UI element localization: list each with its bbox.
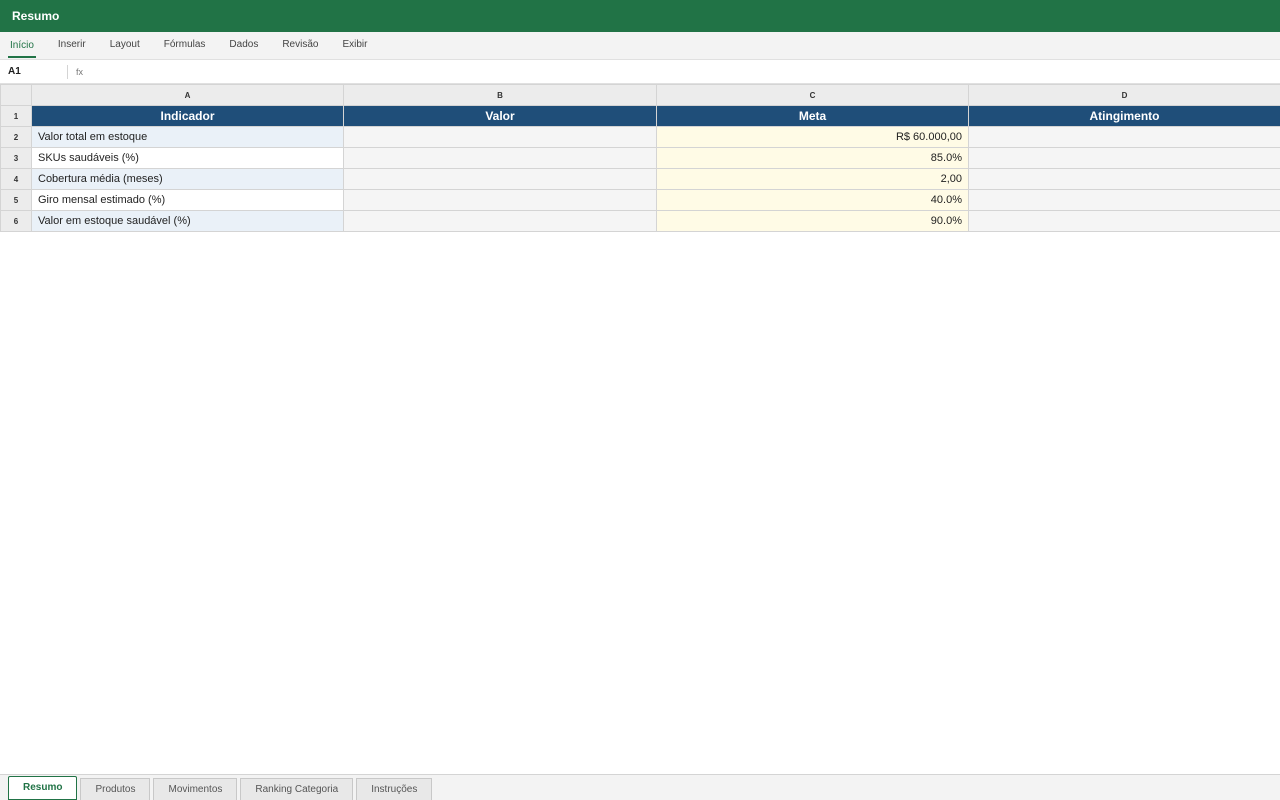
tab-dados[interactable]: Dados xyxy=(227,32,260,60)
row-header-4[interactable]: 4 xyxy=(0,168,32,190)
tab-formulas[interactable]: Fórmulas xyxy=(162,32,208,60)
cell-d5[interactable] xyxy=(968,189,1280,211)
cell-c5[interactable]: 40.0% xyxy=(656,189,969,211)
sheet-tab-movimentos[interactable]: Movimentos xyxy=(153,778,238,800)
sheet-tabs-bar: Resumo Produtos Movimentos Ranking Categ… xyxy=(0,774,1280,800)
row-header-3[interactable]: 3 xyxy=(0,147,32,169)
cell-b6[interactable] xyxy=(343,210,657,232)
cell-c3[interactable]: 85.0% xyxy=(656,147,969,169)
row-header-6[interactable]: 6 xyxy=(0,210,32,232)
sheet-tab-produtos[interactable]: Produtos xyxy=(80,778,151,800)
cell-c1[interactable]: Meta xyxy=(656,105,969,127)
fx-icon: fx xyxy=(76,66,84,77)
tab-layout[interactable]: Layout xyxy=(108,32,142,60)
spreadsheet-app: Resumo Início Inserir Layout Fórmulas Da… xyxy=(0,0,1280,800)
cell-d1[interactable]: Atingimento xyxy=(968,105,1280,127)
cell-d2[interactable] xyxy=(968,126,1280,148)
cell-c2[interactable]: R$ 60.000,00 xyxy=(656,126,969,148)
cell-d4[interactable] xyxy=(968,168,1280,190)
cell-b3[interactable] xyxy=(343,147,657,169)
column-header-d[interactable]: D xyxy=(968,84,1280,106)
cell-c6[interactable]: 90.0% xyxy=(656,210,969,232)
cell-d3[interactable] xyxy=(968,147,1280,169)
column-header-c[interactable]: C xyxy=(656,84,969,106)
table-row: 2 Valor total em estoque R$ 60.000,00 xyxy=(0,126,1280,148)
name-box[interactable]: A1 xyxy=(0,64,68,79)
sheet-grid: A B C D 1 Indicador Valor Meta Atingimen… xyxy=(0,84,1280,232)
cell-a2[interactable]: Valor total em estoque xyxy=(31,126,344,148)
column-header-b[interactable]: B xyxy=(343,84,657,106)
table-row: 4 Cobertura média (meses) 2,00 xyxy=(0,168,1280,190)
formula-bar: A1 fx xyxy=(0,60,1280,84)
row-header-1[interactable]: 1 xyxy=(0,105,32,127)
cell-b5[interactable] xyxy=(343,189,657,211)
tab-revisao[interactable]: Revisão xyxy=(280,32,320,60)
tab-inserir[interactable]: Inserir xyxy=(56,32,88,60)
cell-a4[interactable]: Cobertura média (meses) xyxy=(31,168,344,190)
cell-b1[interactable]: Valor xyxy=(343,105,657,127)
row-header-5[interactable]: 5 xyxy=(0,189,32,211)
cell-a5[interactable]: Giro mensal estimado (%) xyxy=(31,189,344,211)
title-bar: Resumo xyxy=(0,0,1280,32)
table-row: 5 Giro mensal estimado (%) 40.0% xyxy=(0,189,1280,211)
formula-input[interactable] xyxy=(91,62,1280,81)
column-header-a[interactable]: A xyxy=(31,84,344,106)
sheet-tab-instrucoes[interactable]: Instruções xyxy=(356,778,433,800)
window-title: Resumo xyxy=(12,9,60,23)
table-row: 3 SKUs saudáveis (%) 85.0% xyxy=(0,147,1280,169)
select-all-corner[interactable] xyxy=(0,84,32,106)
sheet-tab-ranking-categoria[interactable]: Ranking Categoria xyxy=(240,778,354,800)
cell-d6[interactable] xyxy=(968,210,1280,232)
cell-a3[interactable]: SKUs saudáveis (%) xyxy=(31,147,344,169)
tab-inicio[interactable]: Início xyxy=(8,34,36,58)
cell-a6[interactable]: Valor em estoque saudável (%) xyxy=(31,210,344,232)
cell-b2[interactable] xyxy=(343,126,657,148)
cell-a1[interactable]: Indicador xyxy=(31,105,344,127)
cell-b4[interactable] xyxy=(343,168,657,190)
tab-exibir[interactable]: Exibir xyxy=(340,32,369,60)
row-header-2[interactable]: 2 xyxy=(0,126,32,148)
table-row: 6 Valor em estoque saudável (%) 90.0% xyxy=(0,210,1280,232)
ribbon-tabs: Início Inserir Layout Fórmulas Dados Rev… xyxy=(0,32,1280,60)
cell-c4[interactable]: 2,00 xyxy=(656,168,969,190)
sheet-tab-resumo[interactable]: Resumo xyxy=(8,776,78,800)
